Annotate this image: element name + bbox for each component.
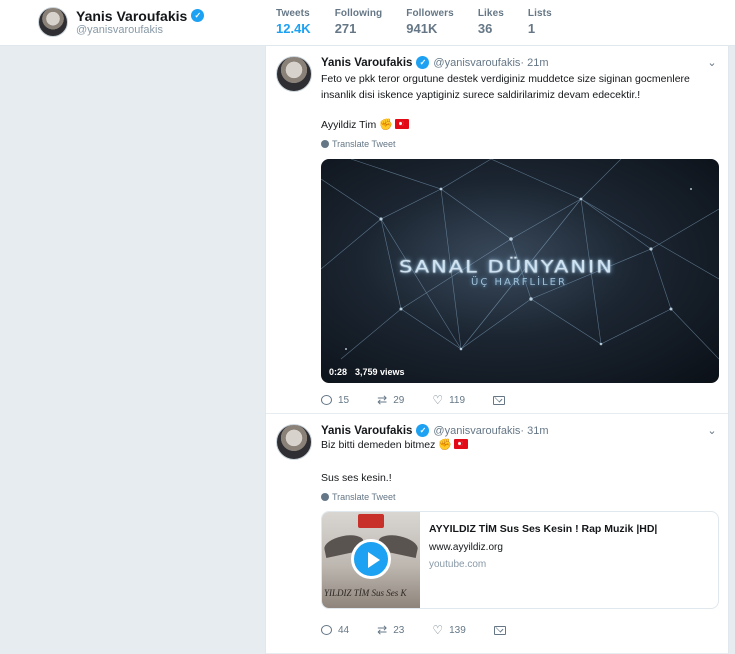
stat-value: 12.4K	[276, 21, 311, 36]
tweet-text-line: Feto ve pkk teror orgutune destek verdig…	[321, 73, 690, 101]
stat-label: Tweets	[276, 8, 310, 19]
turkey-flag-icon	[394, 119, 409, 129]
stat-label: Followers	[406, 8, 454, 19]
direct-message-icon	[493, 395, 506, 405]
verified-badge-icon: ✓	[416, 424, 430, 437]
like-button[interactable]: ♡ 139	[432, 623, 465, 637]
card-body: AYYILDIZ TİM Sus Ses Kesin ! Rap Muzik |…	[429, 522, 709, 570]
turkey-flag-icon	[454, 439, 469, 449]
timeline: Yanis Varoufakis ✓ @yanisvaroufakis · 21…	[265, 46, 729, 654]
tweet-author-name[interactable]: Yanis Varoufakis	[321, 425, 412, 437]
like-heart-icon: ♡	[432, 623, 444, 637]
retweet-button[interactable]: ⇄ 29	[377, 393, 404, 407]
reply-count: 44	[338, 624, 350, 636]
tweet-text-line: Biz bitti demeden bitmez	[321, 439, 436, 451]
thumbnail-emblem	[358, 514, 384, 528]
tweet-actions: 44 ⇄ 23 ♡ 139	[321, 623, 534, 637]
direct-message-icon	[493, 625, 506, 635]
video-player[interactable]: SANAL DÜNYANIN ÜÇ HARFLİLER 0:28 3,759 v…	[321, 159, 719, 383]
tweet-timestamp[interactable]: · 31m	[520, 425, 548, 437]
card-title: AYYILDIZ TİM Sus Ses Kesin ! Rap Muzik |…	[429, 523, 658, 535]
tweet-text: Feto ve pkk teror orgutune destek verdig…	[321, 71, 721, 103]
reply-button[interactable]: 15	[321, 395, 349, 406]
direct-message-button[interactable]	[493, 625, 506, 635]
tweet[interactable]: Yanis Varoufakis ✓ @yanisvaroufakis · 21…	[266, 46, 728, 414]
stat-label: Following	[334, 8, 383, 19]
tweet-text: Biz bitti demeden bitmez ✊	[321, 437, 721, 453]
like-heart-icon: ♡	[432, 393, 444, 407]
verified-badge-icon: ✓	[416, 56, 430, 69]
globe-icon	[321, 140, 329, 148]
stat-following[interactable]: Following 271	[335, 8, 383, 36]
profile-mini-card[interactable]: Yanis Varoufakis ✓ @yanisvaroufakis	[38, 7, 205, 37]
profile-handle: @yanisvaroufakis	[76, 23, 163, 36]
like-count: 139	[449, 624, 466, 636]
profile-name[interactable]: Yanis Varoufakis	[76, 8, 187, 24]
reply-count: 15	[338, 394, 350, 406]
stat-value: 1	[527, 21, 536, 36]
stat-label: Likes	[477, 8, 504, 19]
retweet-count: 23	[393, 624, 405, 636]
profile-names: Yanis Varoufakis ✓ @yanisvaroufakis	[76, 8, 205, 37]
tweet-header: Yanis Varoufakis ✓ @yanisvaroufakis · 31…	[321, 424, 549, 437]
tweet-timestamp[interactable]: · 21m	[520, 57, 548, 69]
caret-down-icon[interactable]: ⌄	[706, 56, 718, 69]
tweet-author-handle[interactable]: @yanisvaroufakis	[433, 57, 520, 69]
video-meta: 0:28 3,759 views	[329, 367, 413, 377]
stat-followers[interactable]: Followers 941K	[406, 8, 454, 36]
translate-tweet-link[interactable]: Translate Tweet	[321, 492, 396, 502]
translate-tweet-link[interactable]: Translate Tweet	[321, 139, 396, 149]
translate-label: Translate Tweet	[332, 139, 396, 149]
retweet-icon: ⇄	[377, 623, 388, 637]
tweet-text-line: Sus ses kesin.!	[321, 472, 392, 484]
play-icon[interactable]	[351, 539, 391, 579]
profile-stats: Tweets 12.4K Following 271 Followers 941…	[276, 8, 576, 36]
thumbnail-caption: YILDIZ TİM Sus Ses K	[324, 588, 407, 598]
avatar[interactable]	[276, 424, 312, 460]
retweet-button[interactable]: ⇄ 23	[377, 623, 404, 637]
tweet-author-handle[interactable]: @yanisvaroufakis	[433, 425, 520, 437]
avatar[interactable]	[276, 56, 312, 92]
card-description: www.ayyildiz.org	[429, 542, 503, 553]
direct-message-button[interactable]	[493, 395, 506, 405]
video-views: 3,759 views	[355, 367, 405, 377]
stat-value: 941K	[406, 21, 438, 36]
reply-icon	[321, 395, 332, 405]
tweet-text-line: Ayyildiz Tim	[321, 119, 377, 131]
tweet[interactable]: Yanis Varoufakis ✓ @yanisvaroufakis · 31…	[266, 414, 728, 654]
globe-icon	[321, 493, 329, 501]
tweet-header: Yanis Varoufakis ✓ @yanisvaroufakis · 21…	[321, 56, 549, 69]
stat-likes[interactable]: Likes 36	[478, 8, 504, 36]
stat-tweets[interactable]: Tweets 12.4K	[276, 8, 311, 36]
tweet-actions: 15 ⇄ 29 ♡ 119	[321, 393, 533, 407]
avatar[interactable]	[38, 7, 68, 37]
stat-label: Lists	[527, 8, 552, 19]
profile-name-row: Yanis Varoufakis ✓	[76, 8, 205, 24]
retweet-count: 29	[393, 394, 405, 406]
raised-fist-emoji-icon: ✊	[379, 119, 393, 131]
stat-lists[interactable]: Lists 1	[528, 8, 552, 36]
raised-fist-emoji-icon: ✊	[438, 439, 453, 451]
stat-value: 36	[477, 21, 493, 36]
video-overlay-title: SANAL DÜNYANIN	[399, 257, 614, 277]
like-count: 119	[449, 394, 466, 406]
profile-nav-bar: Yanis Varoufakis ✓ @yanisvaroufakis Twee…	[0, 0, 735, 46]
verified-badge-icon: ✓	[191, 9, 205, 23]
card-thumbnail: YILDIZ TİM Sus Ses K	[322, 512, 420, 608]
translate-label: Translate Tweet	[332, 492, 396, 502]
reply-button[interactable]: 44	[321, 625, 349, 636]
video-overlay-subtitle: ÜÇ HARFLİLER	[471, 277, 567, 288]
retweet-icon: ⇄	[377, 393, 388, 407]
card-domain: youtube.com	[429, 559, 487, 570]
tweet-text-signature: Ayyildiz Tim ✊	[321, 117, 721, 133]
tweet-author-name[interactable]: Yanis Varoufakis	[321, 57, 412, 69]
link-card[interactable]: YILDIZ TİM Sus Ses K AYYILDIZ TİM Sus Se…	[321, 511, 719, 609]
caret-down-icon[interactable]: ⌄	[706, 424, 718, 437]
tweet-text-second: Sus ses kesin.!	[321, 470, 721, 486]
video-duration: 0:28	[329, 367, 348, 377]
stat-value: 271	[334, 21, 357, 36]
reply-icon	[321, 625, 332, 635]
like-button[interactable]: ♡ 119	[432, 393, 465, 407]
